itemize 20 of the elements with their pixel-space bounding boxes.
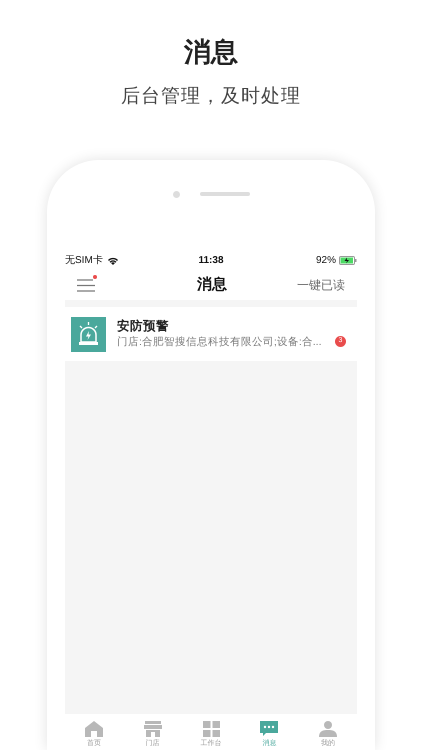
status-time: 11:38 [198,254,224,268]
chat-icon [260,721,278,737]
grid-icon [202,721,220,737]
carrier-label: 无SIM卡 [65,254,103,268]
battery-charging-icon [339,256,357,264]
storefront-icon [144,721,162,737]
wifi-icon [106,256,119,264]
nav-title: 消息 [197,274,227,295]
home-icon [85,721,104,737]
menu-button[interactable] [77,277,97,293]
battery-percent: 92% [316,254,336,268]
speaker-slot [200,192,250,196]
person-icon [318,721,337,737]
promo-title: 消息 [184,36,238,69]
menu-icon [77,278,95,292]
promo-subtitle: 后台管理，及时处理 [121,85,301,109]
mark-all-read-button[interactable]: 一键已读 [297,276,345,294]
message-title: 安防预警 [117,318,170,335]
alarm-light-icon [71,316,106,352]
message-preview: 门店:合肥智搜信息科技有限公司;设备:合... [117,335,323,350]
